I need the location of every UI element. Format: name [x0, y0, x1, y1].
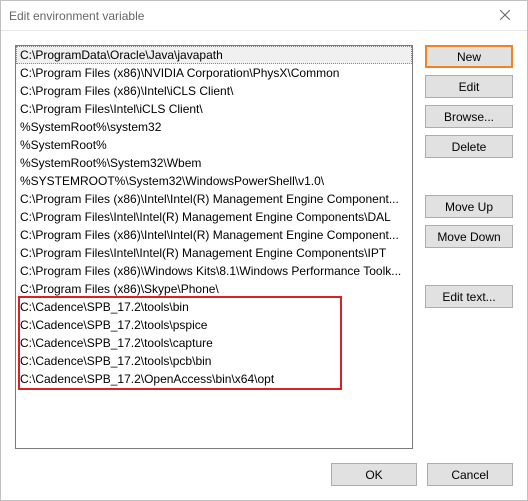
list-item[interactable]: C:\Program Files\Intel\iCLS Client\ [16, 100, 412, 118]
new-button[interactable]: New [425, 45, 513, 68]
list-item[interactable]: C:\Cadence\SPB_17.2\OpenAccess\bin\x64\o… [16, 370, 412, 388]
list-item[interactable]: %SystemRoot%\System32\Wbem [16, 154, 412, 172]
list-item[interactable]: C:\Program Files (x86)\NVIDIA Corporatio… [16, 64, 412, 82]
close-button[interactable] [482, 1, 527, 30]
browse-button[interactable]: Browse... [425, 105, 513, 128]
list-item[interactable]: %SystemRoot%\system32 [16, 118, 412, 136]
edit-text-button[interactable]: Edit text... [425, 285, 513, 308]
spacer [425, 255, 513, 285]
list-item[interactable]: C:\Program Files (x86)\Intel\iCLS Client… [16, 82, 412, 100]
delete-button[interactable]: Delete [425, 135, 513, 158]
move-up-button[interactable]: Move Up [425, 195, 513, 218]
close-icon [500, 9, 510, 23]
path-list[interactable]: C:\ProgramData\Oracle\Java\javapathC:\Pr… [16, 46, 412, 448]
list-item[interactable]: C:\Cadence\SPB_17.2\tools\bin [16, 298, 412, 316]
move-down-button[interactable]: Move Down [425, 225, 513, 248]
list-item[interactable]: C:\Cadence\SPB_17.2\tools\pcb\bin [16, 352, 412, 370]
path-list-wrapper: C:\ProgramData\Oracle\Java\javapathC:\Pr… [15, 45, 413, 449]
window-title: Edit environment variable [9, 9, 144, 23]
list-item[interactable]: %SystemRoot% [16, 136, 412, 154]
list-item[interactable]: %SYSTEMROOT%\System32\WindowsPowerShell\… [16, 172, 412, 190]
list-item[interactable]: C:\Program Files (x86)\Skype\Phone\ [16, 280, 412, 298]
cancel-button[interactable]: Cancel [427, 463, 513, 486]
ok-button[interactable]: OK [331, 463, 417, 486]
list-item[interactable]: C:\Cadence\SPB_17.2\tools\pspice [16, 316, 412, 334]
edit-button[interactable]: Edit [425, 75, 513, 98]
list-item[interactable]: C:\Program Files (x86)\Intel\Intel(R) Ma… [16, 190, 412, 208]
list-item[interactable]: C:\ProgramData\Oracle\Java\javapath [16, 46, 412, 64]
list-item[interactable]: C:\Program Files\Intel\Intel(R) Manageme… [16, 208, 412, 226]
titlebar: Edit environment variable [1, 1, 527, 31]
dialog-body: C:\ProgramData\Oracle\Java\javapathC:\Pr… [1, 31, 527, 449]
list-item[interactable]: C:\Program Files (x86)\Windows Kits\8.1\… [16, 262, 412, 280]
button-column: New Edit Browse... Delete Move Up Move D… [425, 45, 513, 449]
list-item[interactable]: C:\Program Files\Intel\Intel(R) Manageme… [16, 244, 412, 262]
dialog-footer: OK Cancel [1, 449, 527, 500]
dialog-window: Edit environment variable C:\ProgramData… [0, 0, 528, 501]
spacer [425, 165, 513, 195]
list-item[interactable]: C:\Program Files (x86)\Intel\Intel(R) Ma… [16, 226, 412, 244]
list-item[interactable]: C:\Cadence\SPB_17.2\tools\capture [16, 334, 412, 352]
